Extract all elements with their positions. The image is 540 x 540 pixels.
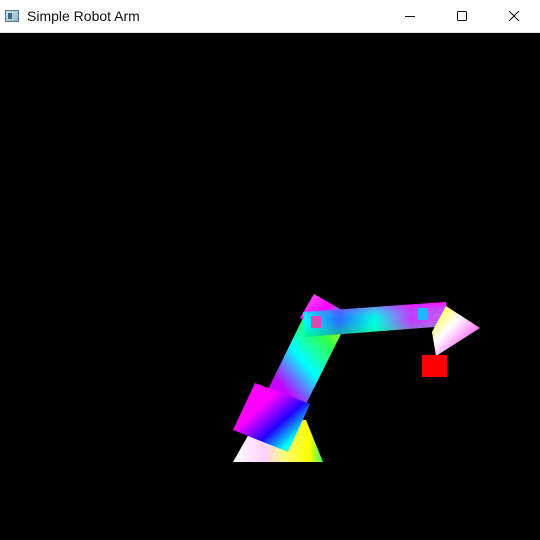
window-controls [384,0,540,33]
upper-arm-pin-left [311,316,321,328]
app-window-icon[interactable] [5,10,19,22]
minimize-button[interactable] [384,0,436,33]
app-window: Simple Robot Arm [0,0,540,540]
close-icon [508,10,520,22]
title-bar[interactable]: Simple Robot Arm [0,0,540,33]
maximize-button[interactable] [436,0,488,33]
close-button[interactable] [488,0,540,33]
render-viewport[interactable] [0,33,540,540]
upper-arm-pin-right [418,308,428,320]
maximize-icon [457,11,467,21]
target-cube [422,355,447,377]
minimize-icon [405,16,415,17]
robot-arm-scene [233,294,480,462]
window-title: Simple Robot Arm [27,8,140,24]
